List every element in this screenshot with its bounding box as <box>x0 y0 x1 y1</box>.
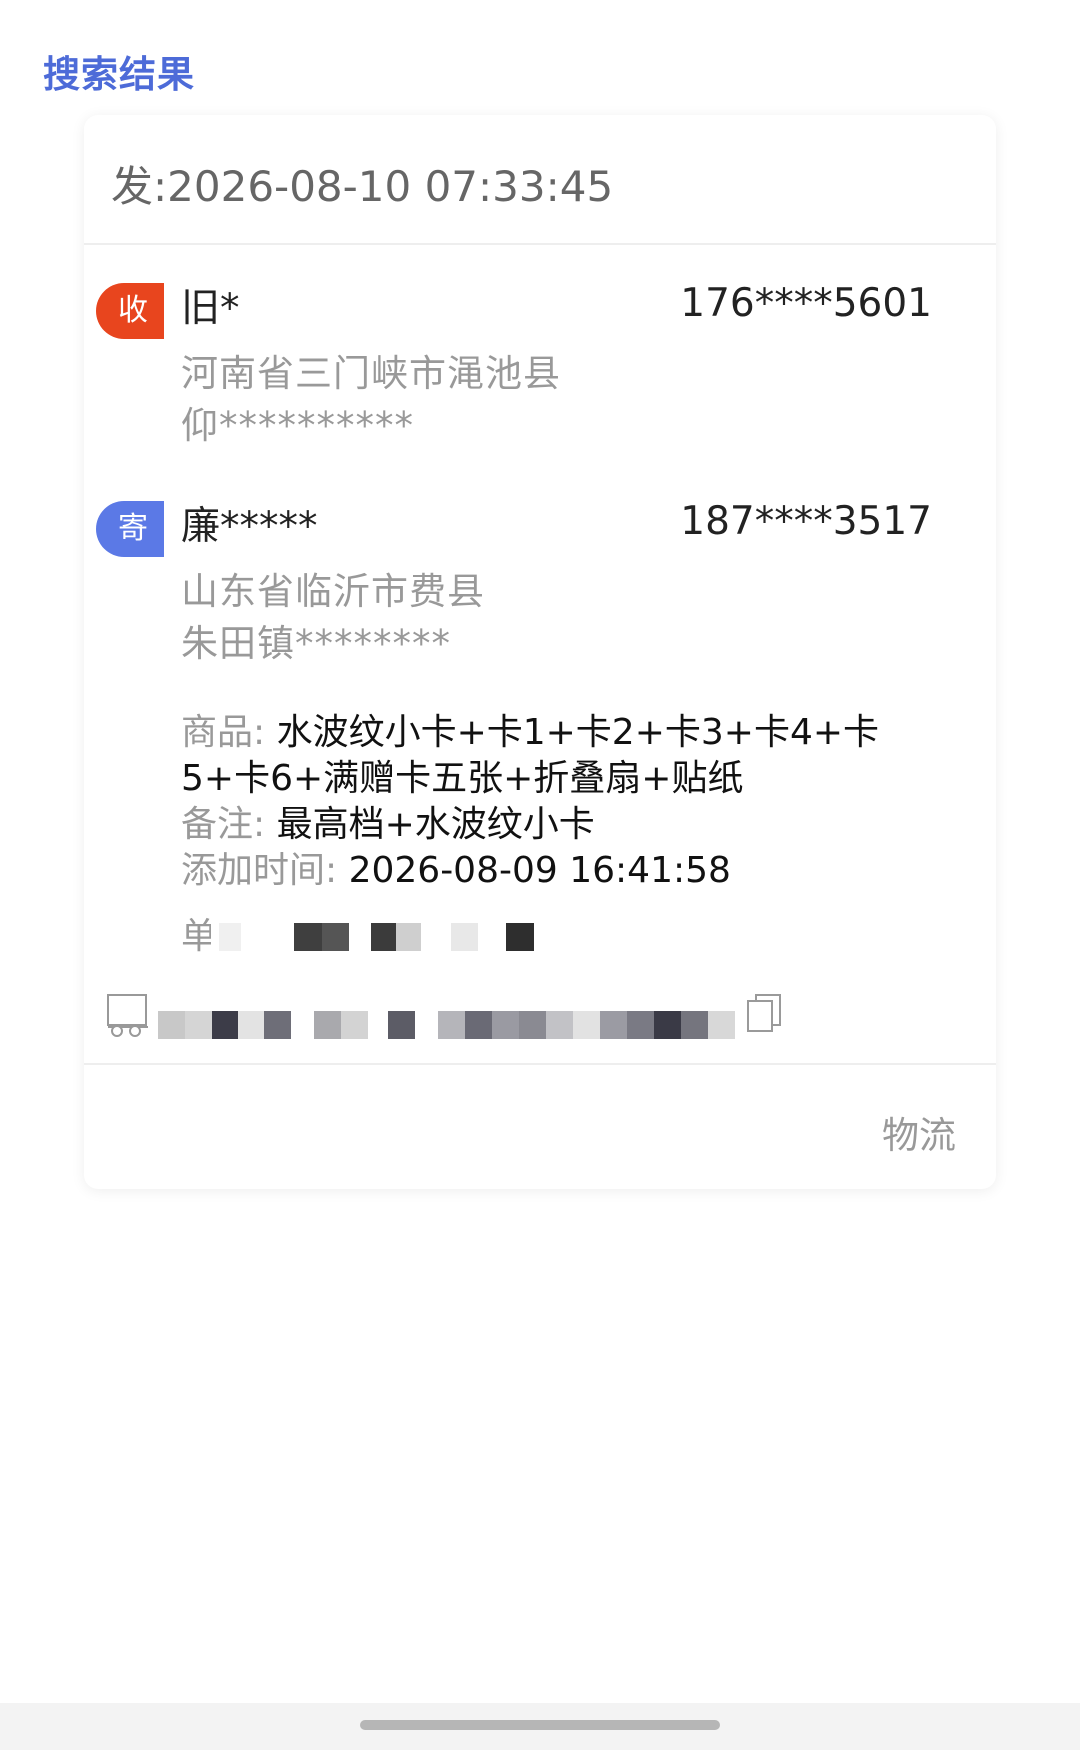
goods-value: 水波纹小卡+卡1+卡2+卡3+卡4+卡5+卡6+满赠卡五张+折叠扇+贴纸 <box>181 712 880 799</box>
remark-row: 备注: 最高档+水波纹小卡 <box>181 802 941 848</box>
added-time-row: 添加时间: 2026-08-09 16:41:58 <box>181 848 941 894</box>
goods-label: 商品: <box>181 712 277 753</box>
sender-phone[interactable]: 187****3517 <box>680 499 932 544</box>
order-card: 发:2026-08-10 07:33:45 收 旧* 176****5601 河… <box>84 115 996 1189</box>
waybill-label: 单 <box>181 916 211 957</box>
receive-badge: 收 <box>96 283 164 339</box>
added-time-label: 添加时间: <box>181 850 349 891</box>
send-badge: 寄 <box>96 501 164 557</box>
sender-name: 廉***** <box>181 504 318 549</box>
added-time-value: 2026-08-09 16:41:58 <box>348 850 731 891</box>
sender-address-line1: 山东省临沂市费县 <box>181 570 485 613</box>
order-card-header: 发:2026-08-10 07:33:45 <box>84 115 996 245</box>
receiver-address-line2: 仰********** <box>181 404 414 447</box>
search-results-page: 搜索结果 发:2026-08-10 07:33:45 收 旧* 176****5… <box>0 0 1080 1750</box>
page-title: 搜索结果 <box>43 53 195 96</box>
system-bottom-bar <box>0 1703 1080 1750</box>
receiver-address-line1: 河南省三门峡市渑池县 <box>181 352 561 395</box>
receiver-name: 旧* <box>181 286 240 331</box>
order-card-footer: 物流 <box>84 1063 996 1191</box>
sender-address-line2: 朱田镇******** <box>181 622 451 665</box>
remark-label: 备注: <box>181 804 277 845</box>
logistics-row <box>106 993 926 1043</box>
copy-icon[interactable] <box>746 993 782 1033</box>
truck-icon <box>106 993 150 1039</box>
home-indicator[interactable] <box>360 1720 720 1730</box>
waybill-row: 单 <box>181 907 601 957</box>
send-time: 发:2026-08-10 07:33:45 <box>111 162 614 211</box>
remark-value: 最高档+水波纹小卡 <box>276 804 595 845</box>
goods-row: 商品: 水波纹小卡+卡1+卡2+卡3+卡4+卡5+卡6+满赠卡五张+折叠扇+贴纸 <box>181 710 941 802</box>
logistics-button[interactable]: 物流 <box>882 1105 956 1159</box>
receiver-phone[interactable]: 176****5601 <box>680 281 932 326</box>
order-details: 商品: 水波纹小卡+卡1+卡2+卡3+卡4+卡5+卡6+满赠卡五张+折叠扇+贴纸… <box>181 710 941 894</box>
